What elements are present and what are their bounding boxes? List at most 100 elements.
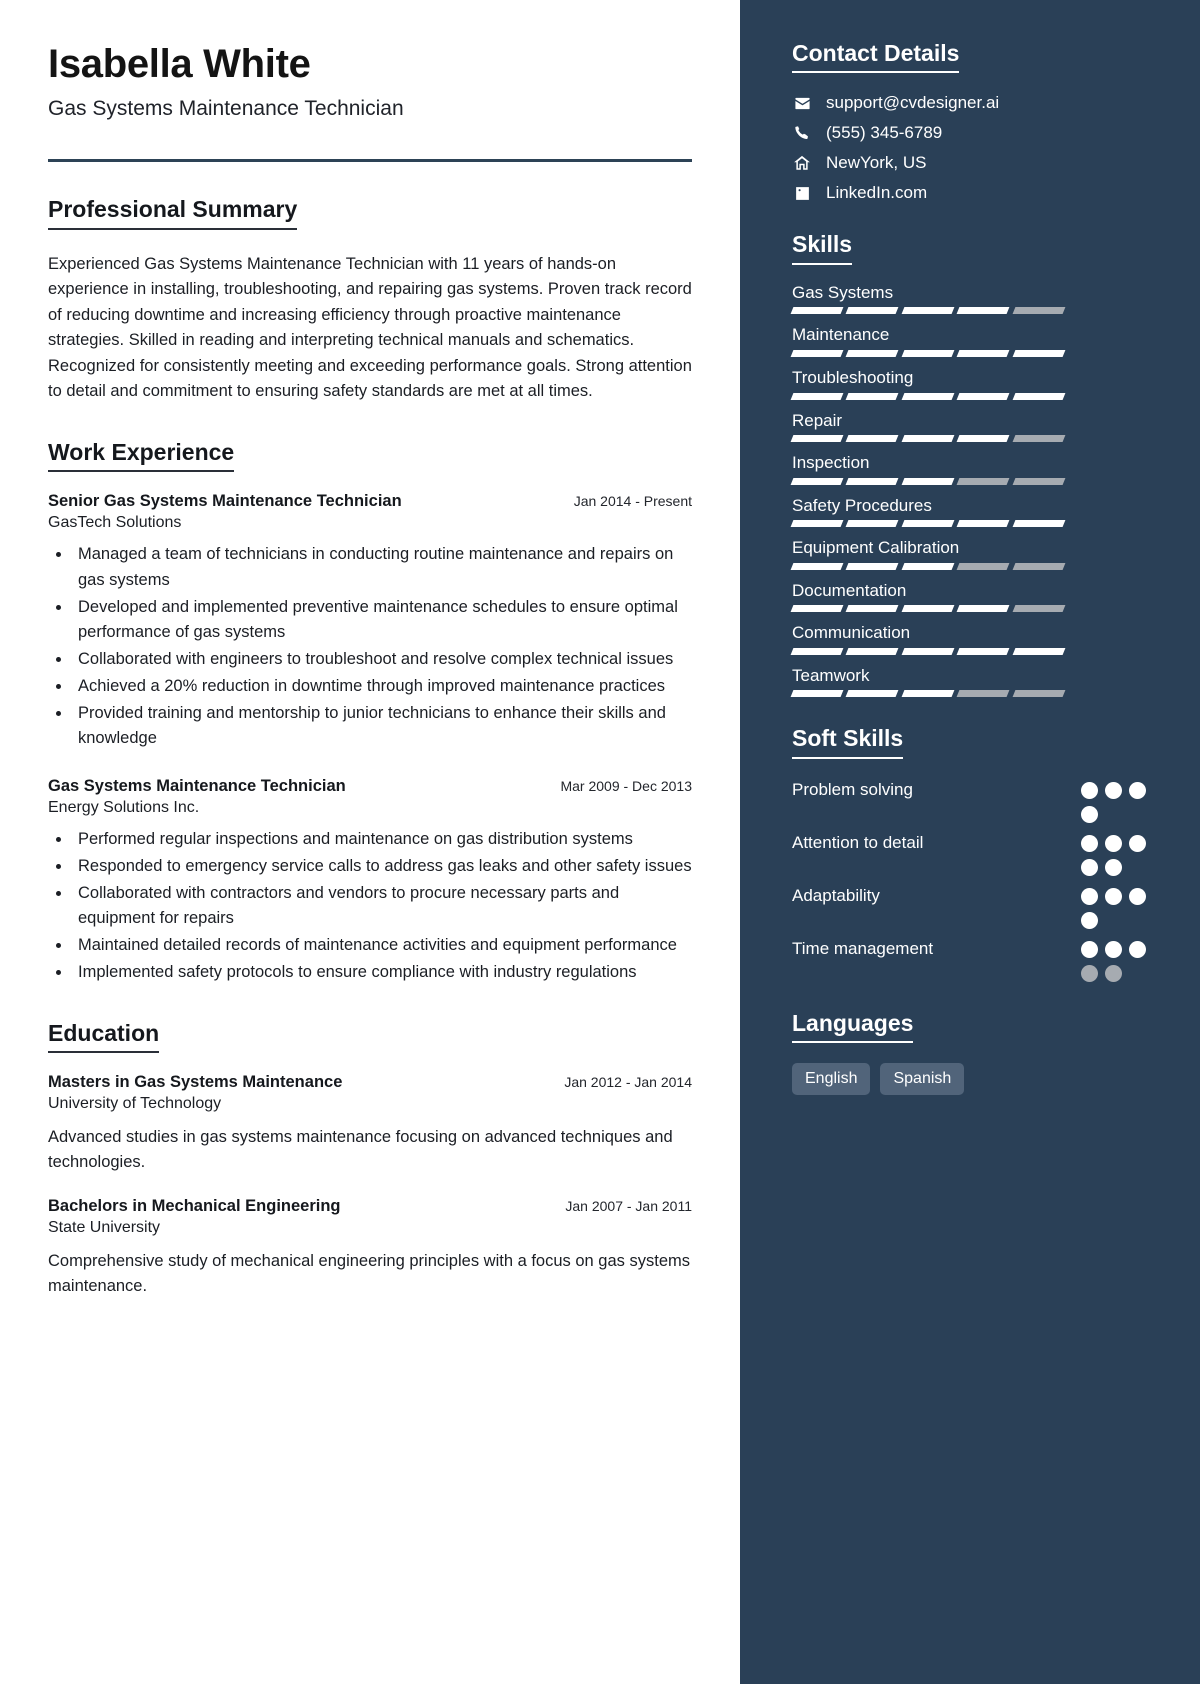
skill-level-segment: [1012, 477, 1066, 485]
soft-skill-name: Problem solving: [792, 779, 913, 799]
skill-level-segment: [790, 307, 844, 315]
skill-level-segment: [790, 605, 844, 613]
soft-skill-item: Problem solving: [792, 777, 1166, 823]
skill-level-segment: [1012, 435, 1066, 443]
work-entry-title: Gas Systems Maintenance Technician: [48, 777, 346, 796]
skill-level-segment: [845, 477, 900, 485]
work-bullet: Implemented safety protocols to ensure c…: [72, 960, 692, 985]
contact-item[interactable]: LinkedIn.com: [792, 183, 1166, 203]
soft-skill-rating: [1081, 830, 1166, 876]
skill-level-segment: [901, 605, 955, 613]
soft-skill-name: Adaptability: [792, 885, 880, 905]
soft-skills-list: Problem solving Attention to detail Adapta…: [792, 777, 1166, 982]
skill-level-segment: [1012, 520, 1066, 528]
work-bullet: Responded to emergency service calls to …: [72, 854, 692, 879]
sidebar: Contact Details support@cvdesigner.ai (55…: [740, 0, 1200, 1684]
education-entry: Bachelors in Mechanical Engineering Jan 2…: [48, 1197, 692, 1299]
language-tag: Spanish: [880, 1063, 965, 1096]
skill-level-segment: [790, 690, 844, 698]
soft-skill-dot: [1081, 911, 1098, 929]
contact-value: NewYork, US: [826, 153, 927, 173]
skill-level-segment: [845, 307, 900, 315]
education-entry: Masters in Gas Systems Maintenance Jan 20…: [48, 1073, 692, 1175]
soft-skill-item: Attention to detail: [792, 830, 1166, 876]
soft-skill-dot: [1105, 781, 1122, 799]
skill-level-segment: [1012, 307, 1066, 315]
contact-details-section: Contact Details support@cvdesigner.ai (55…: [792, 40, 1166, 203]
soft-skill-dot: [1081, 805, 1098, 823]
soft-skill-dot: [1105, 858, 1122, 876]
professional-summary-section: Professional Summary Experienced Gas Sys…: [48, 196, 692, 405]
skill-level-segment: [790, 477, 844, 485]
work-entry-date: Jan 2014 - Present: [573, 493, 692, 510]
skill-level-segment: [901, 477, 955, 485]
soft-skill-dot: [1081, 964, 1098, 982]
soft-skill-item: Adaptability: [792, 883, 1166, 929]
soft-skill-item: Time management: [792, 936, 1166, 982]
skill-item: Documentation: [790, 581, 1166, 613]
work-experience-section: Work Experience Senior Gas Systems Maint…: [48, 439, 692, 986]
education-entry-organization: University of Technology: [48, 1094, 222, 1112]
work-bullet: Collaborated with engineers to troublesh…: [72, 647, 692, 672]
soft-skill-dot: [1129, 940, 1146, 958]
skill-level-segment: [845, 435, 900, 443]
work-bullet: Developed and implemented preventive mai…: [72, 595, 692, 645]
skill-level-segment: [956, 647, 1011, 655]
education-entry-header: Bachelors in Mechanical Engineering Jan 2…: [48, 1197, 692, 1216]
skill-level-bar: [790, 435, 1066, 443]
header-divider: [48, 159, 692, 163]
soft-skill-dot: [1105, 940, 1122, 958]
skill-item: Maintenance: [790, 325, 1166, 357]
phone-icon: [792, 125, 812, 141]
languages-heading: Languages: [792, 1010, 914, 1044]
soft-skill-name: Time management: [792, 938, 934, 958]
work-entry-title: Senior Gas Systems Maintenance Technicia…: [48, 492, 402, 511]
work-bullet: Collaborated with contractors and vendor…: [72, 881, 692, 931]
soft-skill-name: Attention to detail: [792, 832, 924, 852]
education-heading: Education: [48, 1020, 160, 1053]
work-entry-organization: GasTech Solutions: [48, 514, 182, 532]
soft-skill-dot: [1105, 964, 1122, 982]
soft-skill-dot: [1129, 834, 1146, 852]
education-entry-date: Jan 2012 - Jan 2014: [564, 1073, 692, 1090]
skills-section: Skills Gas Systems Maintenance Troubleshoo…: [790, 231, 1166, 698]
skill-level-segment: [901, 392, 955, 400]
skill-level-segment: [845, 647, 900, 655]
skill-level-bar: [790, 477, 1066, 485]
contact-value: (555) 345-6789: [826, 123, 943, 143]
skill-level-bar: [790, 562, 1066, 570]
education-entry-description: Advanced studies in gas systems maintena…: [48, 1127, 673, 1172]
contact-item[interactable]: support@cvdesigner.ai: [792, 93, 1166, 113]
skills-heading: Skills: [792, 231, 853, 265]
skill-level-segment: [845, 690, 900, 698]
skill-item: Communication: [790, 623, 1166, 655]
skill-level-segment: [956, 562, 1011, 570]
contact-item[interactable]: (555) 345-6789: [792, 123, 1166, 143]
resume-header: Isabella White Gas Systems Maintenance T…: [48, 42, 692, 163]
skill-level-segment: [901, 520, 955, 528]
contact-heading: Contact Details: [792, 40, 960, 74]
skill-name: Teamwork: [792, 665, 870, 685]
soft-skill-dot: [1081, 858, 1098, 876]
skill-level-segment: [956, 349, 1011, 357]
skill-level-segment: [901, 435, 955, 443]
candidate-name: Isabella White: [48, 42, 311, 86]
skill-name: Safety Procedures: [792, 495, 932, 515]
soft-skill-dot: [1129, 887, 1146, 905]
work-entry: Gas Systems Maintenance Technician Mar 20…: [48, 777, 692, 985]
skill-level-segment: [956, 520, 1011, 528]
skill-name: Gas Systems: [792, 282, 894, 302]
linkedin-icon: [792, 185, 812, 202]
skill-level-segment: [956, 307, 1011, 315]
skill-level-segment: [1012, 349, 1066, 357]
skill-level-segment: [845, 562, 900, 570]
skills-list: Gas Systems Maintenance Troubleshooting Rep…: [790, 282, 1166, 698]
contact-item[interactable]: NewYork, US: [792, 153, 1166, 173]
skill-level-bar: [790, 307, 1066, 315]
skill-item: Repair: [790, 411, 1166, 443]
education-section: Education Masters in Gas Systems Mainten…: [48, 1020, 692, 1300]
skill-name: Troubleshooting: [792, 367, 914, 387]
skill-level-segment: [790, 647, 844, 655]
education-entry-list: Masters in Gas Systems Maintenance Jan 20…: [48, 1073, 692, 1299]
summary-text: Experienced Gas Systems Maintenance Tech…: [48, 254, 692, 401]
